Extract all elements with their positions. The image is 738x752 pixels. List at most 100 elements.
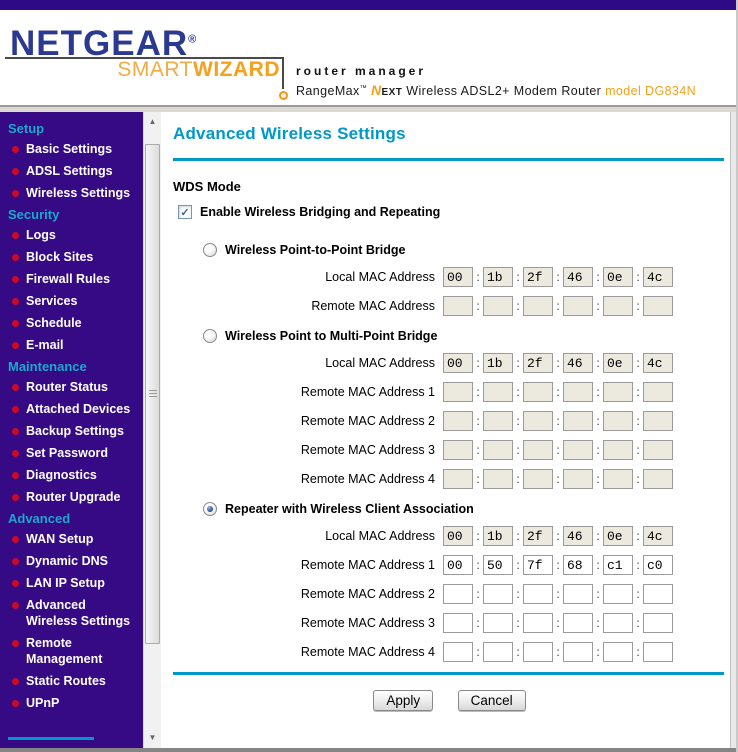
- sidebar-item-set-password[interactable]: Set Password: [8, 445, 139, 461]
- sidebar-scrollbar[interactable]: ▲ ▼: [143, 112, 161, 752]
- mac-colon-separator: :: [596, 558, 600, 572]
- mac-row-label: Remote MAC Address 2: [300, 587, 435, 601]
- mac-octet-input[interactable]: [523, 584, 553, 604]
- right-scroll-track[interactable]: [730, 112, 736, 752]
- mac-octet-input: [603, 267, 633, 287]
- scroll-up-icon[interactable]: ▲: [144, 114, 161, 130]
- mac-octet-input[interactable]: [563, 642, 593, 662]
- sidebar-item-static-routes[interactable]: Static Routes: [8, 673, 139, 689]
- mac-octet-input: [643, 267, 673, 287]
- mac-octet-input[interactable]: [443, 642, 473, 662]
- mac-colon-separator: :: [516, 299, 520, 313]
- mac-octet-input[interactable]: [603, 642, 633, 662]
- mac-octet-input[interactable]: [563, 613, 593, 633]
- mac-octet-input: [603, 469, 633, 489]
- apply-button[interactable]: Apply: [373, 690, 434, 711]
- mac-colon-separator: :: [516, 645, 520, 659]
- sidebar-item-upnp[interactable]: UPnP: [8, 695, 139, 711]
- mac-octet-input[interactable]: [483, 555, 513, 575]
- mac-octet-input[interactable]: [643, 642, 673, 662]
- mac-octet-input: [603, 411, 633, 431]
- mac-colon-separator: :: [476, 299, 480, 313]
- mac-octet-input[interactable]: [643, 555, 673, 575]
- mac-octet-input[interactable]: [483, 642, 513, 662]
- radio-label: Wireless Point-to-Point Bridge: [225, 243, 406, 257]
- radio-wireless-point-to-point-bridge[interactable]: [203, 243, 217, 257]
- scrollbar-thumb[interactable]: [145, 144, 160, 644]
- radio-wireless-point-to-multi-point-bridge[interactable]: [203, 329, 217, 343]
- mac-colon-separator: :: [516, 414, 520, 428]
- scroll-down-icon[interactable]: ▼: [144, 730, 161, 746]
- bullet-icon: [12, 602, 19, 609]
- mac-fields: :::::: [443, 584, 673, 604]
- bullet-icon: [12, 580, 19, 587]
- mac-octet-input[interactable]: [523, 555, 553, 575]
- sidebar-bottom-rule: [8, 737, 94, 740]
- bullet-icon: [12, 494, 19, 501]
- mac-octet-input: [523, 440, 553, 460]
- mac-octet-input: [643, 469, 673, 489]
- sidebar-item-adsl-settings[interactable]: ADSL Settings: [8, 163, 139, 179]
- mac-row-remote-mac-address-3: Remote MAC Address 3:::::: [173, 613, 726, 633]
- mac-octet-input[interactable]: [483, 613, 513, 633]
- mac-row-label: Local MAC Address: [325, 529, 435, 543]
- mac-octet-input: [443, 440, 473, 460]
- mac-octet-input[interactable]: [523, 642, 553, 662]
- sidebar-item-lan-ip-setup[interactable]: LAN IP Setup: [8, 575, 139, 591]
- sidebar-item-firewall-rules[interactable]: Firewall Rules: [8, 271, 139, 287]
- sidebar-item-e-mail[interactable]: E-mail: [8, 337, 139, 353]
- sidebar-item-advanced-wireless-settings[interactable]: Advanced Wireless Settings: [8, 597, 139, 629]
- mac-octet-input[interactable]: [523, 613, 553, 633]
- radio-repeater-with-wireless-client-association[interactable]: [203, 502, 217, 516]
- mac-octet-input[interactable]: [603, 555, 633, 575]
- mac-octet-input[interactable]: [603, 613, 633, 633]
- sidebar-item-dynamic-dns[interactable]: Dynamic DNS: [8, 553, 139, 569]
- mac-octet-input[interactable]: [443, 613, 473, 633]
- mac-octet-input: [483, 296, 513, 316]
- mac-octet-input: [483, 411, 513, 431]
- wizard-logo-text: WIZARD: [193, 58, 280, 81]
- mac-octet-input[interactable]: [643, 584, 673, 604]
- sidebar-item-backup-settings[interactable]: Backup Settings: [8, 423, 139, 439]
- mac-row-label: Remote MAC Address 1: [300, 558, 435, 572]
- mac-row-remote-mac-address-1: Remote MAC Address 1:::::: [173, 555, 726, 575]
- bullet-icon: [12, 168, 19, 175]
- mac-row-label: Remote MAC Address 3: [300, 616, 435, 630]
- sidebar-item-diagnostics[interactable]: Diagnostics: [8, 467, 139, 483]
- sidebar-item-attached-devices[interactable]: Attached Devices: [8, 401, 139, 417]
- sidebar-item-logs[interactable]: Logs: [8, 227, 139, 243]
- mac-colon-separator: :: [556, 299, 560, 313]
- bullet-icon: [12, 450, 19, 457]
- sidebar-item-label: Basic Settings: [26, 142, 113, 156]
- sidebar-item-label: ADSL Settings: [26, 164, 113, 178]
- bullet-icon: [12, 298, 19, 305]
- mac-octet-input[interactable]: [563, 555, 593, 575]
- cancel-button[interactable]: Cancel: [457, 690, 526, 711]
- sidebar-item-wireless-settings[interactable]: Wireless Settings: [8, 185, 139, 201]
- mac-octet-input[interactable]: [643, 613, 673, 633]
- sidebar-item-router-status[interactable]: Router Status: [8, 379, 139, 395]
- sidebar-item-wan-setup[interactable]: WAN Setup: [8, 531, 139, 547]
- wds-section-repeater-with-wireless-client-association: Repeater with Wireless Client Associatio…: [173, 501, 726, 662]
- sidebar-item-label: Attached Devices: [26, 402, 131, 416]
- mac-octet-input[interactable]: [563, 584, 593, 604]
- mac-fields: :::::: [443, 353, 673, 373]
- sidebar-item-services[interactable]: Services: [8, 293, 139, 309]
- sidebar-item-schedule[interactable]: Schedule: [8, 315, 139, 331]
- mac-octet-input[interactable]: [443, 555, 473, 575]
- mac-octet-input[interactable]: [443, 584, 473, 604]
- mac-colon-separator: :: [516, 616, 520, 630]
- next-ext: EXT: [381, 87, 403, 98]
- sidebar-item-basic-settings[interactable]: Basic Settings: [8, 141, 139, 157]
- mac-colon-separator: :: [556, 356, 560, 370]
- sidebar-item-router-upgrade[interactable]: Router Upgrade: [8, 489, 139, 505]
- next-n: N: [370, 82, 382, 98]
- mac-octet-input[interactable]: [603, 584, 633, 604]
- sidebar-item-remote-management[interactable]: Remote Management: [8, 635, 139, 667]
- sidebar-item-block-sites[interactable]: Block Sites: [8, 249, 139, 265]
- mac-row-remote-mac-address-2: Remote MAC Address 2:::::: [173, 584, 726, 604]
- enable-bridging-checkbox[interactable]: ✓: [178, 205, 192, 219]
- bullet-icon: [12, 232, 19, 239]
- radio-row: Wireless Point-to-Point Bridge: [203, 242, 726, 258]
- mac-octet-input[interactable]: [483, 584, 513, 604]
